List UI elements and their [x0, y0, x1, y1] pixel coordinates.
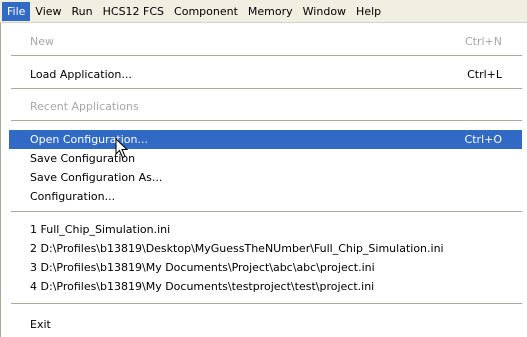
menu-item-save-configuration[interactable]: Save Configuration	[9, 149, 522, 168]
menu-item-recent-file[interactable]: 4 D:\Profiles\b13819\My Documents\testpr…	[9, 277, 522, 296]
menu-item-load-application[interactable]: Load Application... Ctrl+L	[9, 65, 522, 84]
menu-item-recent-file[interactable]: 1 Full_Chip_Simulation.ini	[9, 220, 522, 239]
menu-file[interactable]: File	[2, 1, 31, 21]
menu-item-configuration[interactable]: Configuration...	[9, 187, 522, 206]
menu-separator	[11, 303, 522, 304]
menu-item-new[interactable]: New Ctrl+N	[9, 32, 522, 51]
menu-item-label: Exit	[30, 318, 51, 331]
menu-separator	[11, 55, 522, 56]
menu-item-label: Load Application...	[30, 68, 132, 81]
menu-hcs12-fcs[interactable]: HCS12 FCS	[98, 2, 169, 21]
menu-item-shortcut: Ctrl+N	[464, 35, 502, 48]
menu-separator	[11, 120, 522, 121]
menu-item-label: 4 D:\Profiles\b13819\My Documents\testpr…	[30, 280, 375, 293]
menu-item-open-configuration[interactable]: Open Configuration... Ctrl+O	[9, 130, 522, 149]
menu-item-exit[interactable]: Exit	[9, 315, 522, 334]
menu-item-shortcut: Ctrl+L	[467, 68, 502, 81]
menu-item-save-configuration-as[interactable]: Save Configuration As...	[9, 168, 522, 187]
menu-item-label: Save Configuration As...	[30, 171, 163, 184]
menu-window[interactable]: Window	[298, 2, 351, 21]
menu-bar: File View Run HCS12 FCS Component Memory…	[0, 0, 527, 23]
menu-item-recent-applications[interactable]: Recent Applications	[9, 97, 522, 116]
menu-view[interactable]: View	[30, 2, 66, 21]
menu-item-label: Configuration...	[30, 190, 116, 203]
menu-run[interactable]: Run	[67, 2, 98, 21]
menu-memory[interactable]: Memory	[243, 2, 298, 21]
file-menu-dropdown: New Ctrl+N Load Application... Ctrl+L Re…	[0, 23, 527, 337]
menu-item-recent-file[interactable]: 3 D:\Profiles\b13819\My Documents\Projec…	[9, 258, 522, 277]
mouse-cursor-icon	[115, 138, 129, 159]
menu-item-label: 3 D:\Profiles\b13819\My Documents\Projec…	[30, 261, 375, 274]
menu-item-label: 1 Full_Chip_Simulation.ini	[30, 223, 171, 236]
menu-item-label: 2 D:\Profiles\b13819\Desktop\MyGuessTheN…	[30, 242, 444, 255]
menu-item-shortcut: Ctrl+O	[464, 133, 502, 146]
menu-item-label: Recent Applications	[30, 100, 139, 113]
application-window: File View Run HCS12 FCS Component Memory…	[0, 0, 527, 337]
menu-component[interactable]: Component	[169, 2, 243, 21]
menu-help[interactable]: Help	[351, 2, 386, 21]
menu-separator	[11, 88, 522, 89]
menu-item-recent-file[interactable]: 2 D:\Profiles\b13819\Desktop\MyGuessTheN…	[9, 239, 522, 258]
menu-item-label: New	[30, 35, 54, 48]
menu-separator	[11, 211, 522, 212]
